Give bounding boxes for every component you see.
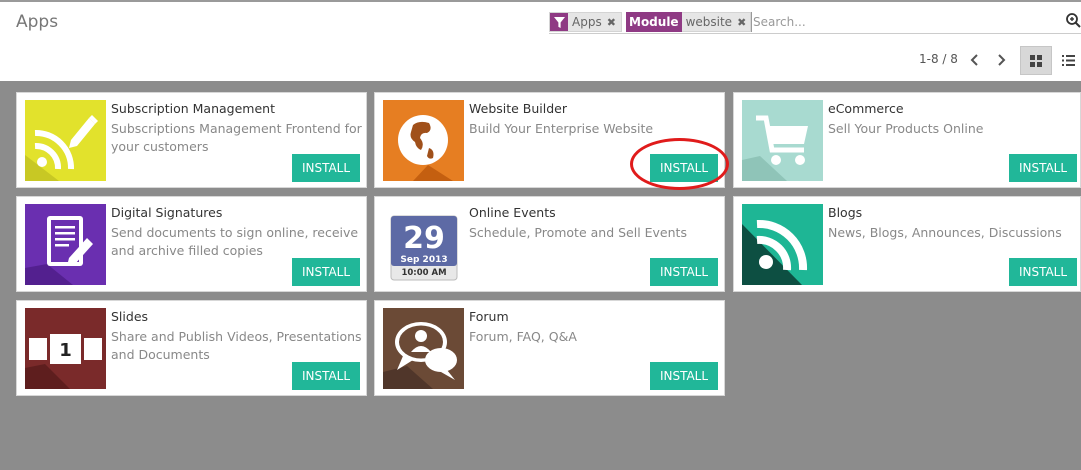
install-button[interactable]: INSTALL [1009, 258, 1077, 286]
install-button[interactable]: INSTALL [292, 258, 360, 286]
list-icon [1062, 55, 1075, 66]
calendar-icon: 29 Sep 2013 10:00 AM [383, 204, 464, 285]
facet-apps-remove-icon[interactable]: ✖ [607, 16, 616, 29]
control-panel: Apps Apps ✖ Module website ✖ Search... 1… [0, 2, 1081, 81]
document-sign-icon [25, 204, 106, 285]
install-button[interactable]: INSTALL [292, 362, 360, 390]
calendar-day: 29 [403, 221, 445, 256]
install-button[interactable]: INSTALL [292, 154, 360, 182]
pager-value[interactable]: 1-8 / 8 [919, 52, 958, 66]
app-title: Subscription Management [111, 101, 275, 116]
app-card-online-events[interactable]: 29 Sep 2013 10:00 AM Online Events Sched… [374, 196, 725, 292]
shopping-cart-icon [742, 100, 823, 181]
calendar-month: Sep 2013 [400, 255, 447, 265]
app-description: Schedule, Promote and Sell Events [469, 225, 687, 240]
facet-module[interactable]: Module website ✖ [626, 12, 752, 32]
grid-icon [1030, 54, 1042, 67]
app-title: Blogs [828, 205, 863, 220]
install-button[interactable]: INSTALL [1009, 154, 1077, 182]
app-card-subscription-management[interactable]: Subscription Management Subscriptions Ma… [16, 92, 367, 188]
search-icon[interactable] [1065, 12, 1081, 28]
kanban-view-button[interactable] [1020, 46, 1052, 75]
app-title: Digital Signatures [111, 205, 223, 220]
facet-apps-label: Apps [572, 15, 602, 29]
app-title: Slides [111, 309, 149, 324]
app-description: Share and Publish Videos, Presentations … [111, 329, 362, 362]
search-bar: Apps ✖ Module website ✖ [549, 10, 1081, 34]
app-title: Online Events [469, 205, 556, 220]
rss-icon [742, 204, 823, 285]
app-description: Sell Your Products Online [828, 121, 984, 136]
app-description: Send documents to sign online, receive a… [111, 225, 359, 258]
app-title: eCommerce [828, 101, 904, 116]
filter-icon [550, 13, 568, 31]
highlight-circle-annotation [630, 138, 729, 190]
app-description: Subscriptions Management Frontend for yo… [111, 121, 362, 154]
app-description: News, Blogs, Announces, Discussions [828, 225, 1062, 240]
list-view-button[interactable] [1056, 46, 1081, 75]
app-card-blogs[interactable]: Blogs News, Blogs, Announces, Discussion… [733, 196, 1081, 292]
page-title: Apps [16, 12, 59, 32]
facet-module-category: Module [626, 12, 682, 32]
facet-module-value: website [685, 15, 733, 29]
app-card-ecommerce[interactable]: eCommerce Sell Your Products Online INST… [733, 92, 1081, 188]
slides-icon: 1 [25, 308, 106, 389]
app-title: Forum [469, 309, 509, 324]
app-title: Website Builder [469, 101, 568, 116]
search-input[interactable] [751, 12, 1051, 32]
calendar-time: 10:00 AM [401, 268, 446, 278]
slide-number: 1 [59, 340, 72, 361]
rss-edit-icon [25, 100, 106, 181]
install-button[interactable]: INSTALL [650, 258, 718, 286]
app-card-slides[interactable]: 1 Slides Share and Publish Videos, Prese… [16, 300, 367, 396]
facet-apps[interactable]: Apps ✖ [549, 12, 622, 32]
facet-module-remove-icon[interactable]: ✖ [737, 16, 746, 29]
pager-next-icon[interactable] [994, 52, 1008, 68]
install-button[interactable]: INSTALL [650, 362, 718, 390]
app-card-forum[interactable]: Forum Forum, FAQ, Q&A INSTALL [374, 300, 725, 396]
app-description: Build Your Enterprise Website [469, 121, 654, 136]
forum-chat-icon [383, 308, 464, 389]
globe-icon [383, 100, 464, 181]
app-card-digital-signatures[interactable]: Digital Signatures Send documents to sig… [16, 196, 367, 292]
pager-previous-icon[interactable] [968, 52, 982, 68]
app-description: Forum, FAQ, Q&A [469, 329, 577, 344]
